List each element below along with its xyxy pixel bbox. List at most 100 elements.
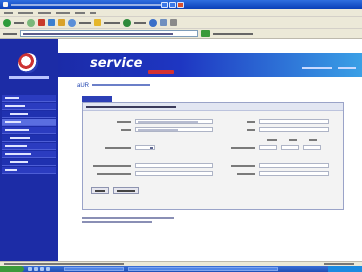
nav-item-label <box>10 113 28 115</box>
print-icon[interactable] <box>170 19 177 26</box>
text-field[interactable] <box>135 171 213 176</box>
system-tray <box>328 266 362 272</box>
stop-icon[interactable] <box>38 19 45 26</box>
quick-launch-icon[interactable] <box>46 267 50 271</box>
back-icon[interactable] <box>3 18 11 27</box>
field-label <box>105 147 131 149</box>
site-header: service <box>58 53 362 77</box>
start-button[interactable] <box>0 266 24 272</box>
text-field[interactable] <box>259 119 329 124</box>
web-page: service aUR <box>0 39 362 261</box>
taskbar-item[interactable] <box>64 267 124 271</box>
menu-item-file[interactable] <box>4 11 13 14</box>
menu-item-edit[interactable] <box>18 11 33 14</box>
quick-launch-icon[interactable] <box>40 267 44 271</box>
breadcrumb: aUR <box>77 83 151 89</box>
nav-item[interactable] <box>2 103 56 110</box>
reset-button[interactable] <box>113 187 139 194</box>
submit-button[interactable] <box>91 187 109 194</box>
nav-item-label <box>5 153 31 155</box>
reset-button-label <box>117 190 135 192</box>
service-logo-icon[interactable] <box>7 53 51 83</box>
maximize-button[interactable] <box>169 1 176 8</box>
home-icon[interactable] <box>58 19 65 26</box>
footer-note <box>82 217 174 219</box>
field-label <box>121 129 131 131</box>
browser-window: service aUR <box>0 0 362 272</box>
nav-item-label <box>10 137 30 139</box>
window-title <box>11 3 161 6</box>
forward-icon[interactable] <box>27 18 35 27</box>
media-icon[interactable] <box>123 18 131 27</box>
field-label <box>267 139 277 141</box>
menu-item-favorites[interactable] <box>56 11 70 14</box>
form-panel <box>82 102 344 210</box>
text-field[interactable] <box>259 163 329 168</box>
field-label <box>237 173 255 175</box>
close-button[interactable] <box>177 1 184 8</box>
browser-app-icon <box>3 2 8 7</box>
field-label <box>97 173 131 175</box>
logo-wordmark <box>9 76 49 79</box>
nav-subitem[interactable] <box>2 111 56 118</box>
field-label <box>117 121 131 123</box>
field-label <box>247 129 255 131</box>
nav-item[interactable] <box>2 95 56 102</box>
mail-icon[interactable] <box>160 19 167 26</box>
text-field[interactable] <box>135 119 213 124</box>
nav-item[interactable] <box>2 151 56 158</box>
logo-mark <box>18 53 38 73</box>
nav-item[interactable] <box>2 127 56 134</box>
header-link[interactable] <box>338 67 356 69</box>
nav-subitem[interactable] <box>2 135 56 142</box>
address-input[interactable] <box>20 30 198 37</box>
field-label <box>289 139 297 141</box>
address-url <box>23 32 173 35</box>
field-value <box>138 129 178 131</box>
nav-subitem[interactable] <box>2 159 56 166</box>
favorites-label <box>104 21 120 24</box>
field-label <box>247 121 255 123</box>
search-icon[interactable] <box>68 18 76 27</box>
text-field[interactable] <box>135 127 213 132</box>
form-title <box>86 106 176 108</box>
header-link[interactable] <box>302 67 332 69</box>
nav-item-label <box>5 105 25 107</box>
minimize-button[interactable] <box>161 1 168 8</box>
status-text <box>4 263 124 265</box>
taskbar-item-active[interactable] <box>128 267 278 271</box>
quick-launch-icon[interactable] <box>28 267 32 271</box>
site-brand[interactable]: service <box>90 56 142 71</box>
go-button[interactable] <box>201 30 210 37</box>
nav-item[interactable] <box>2 167 56 174</box>
text-field[interactable] <box>259 127 329 132</box>
select-field[interactable] <box>135 145 155 150</box>
submit-button-label <box>95 190 105 192</box>
brand-name: service <box>90 56 143 71</box>
text-field[interactable] <box>259 145 277 150</box>
nav-item[interactable] <box>2 143 56 150</box>
text-field[interactable] <box>303 145 321 150</box>
text-field[interactable] <box>259 171 329 176</box>
breadcrumb-link[interactable]: aUR <box>77 83 89 89</box>
nav-item-label <box>5 169 17 171</box>
text-field[interactable] <box>135 163 213 168</box>
nav-item-active[interactable] <box>2 119 56 126</box>
address-label <box>3 32 17 35</box>
history-icon[interactable] <box>149 18 157 27</box>
refresh-icon[interactable] <box>48 19 55 26</box>
header-badge <box>148 70 174 74</box>
window-controls <box>161 1 184 8</box>
field-label <box>93 165 131 167</box>
nav-item-label <box>5 129 29 131</box>
breadcrumb-page-title <box>92 84 151 87</box>
links-label[interactable] <box>213 32 253 35</box>
text-field[interactable] <box>281 145 299 150</box>
quick-launch <box>28 267 50 271</box>
menu-item-tools[interactable] <box>75 11 85 14</box>
favorites-icon[interactable] <box>94 19 101 26</box>
field-label <box>231 165 255 167</box>
menu-item-view[interactable] <box>38 11 51 14</box>
menu-item-help[interactable] <box>90 11 96 14</box>
quick-launch-icon[interactable] <box>34 267 38 271</box>
